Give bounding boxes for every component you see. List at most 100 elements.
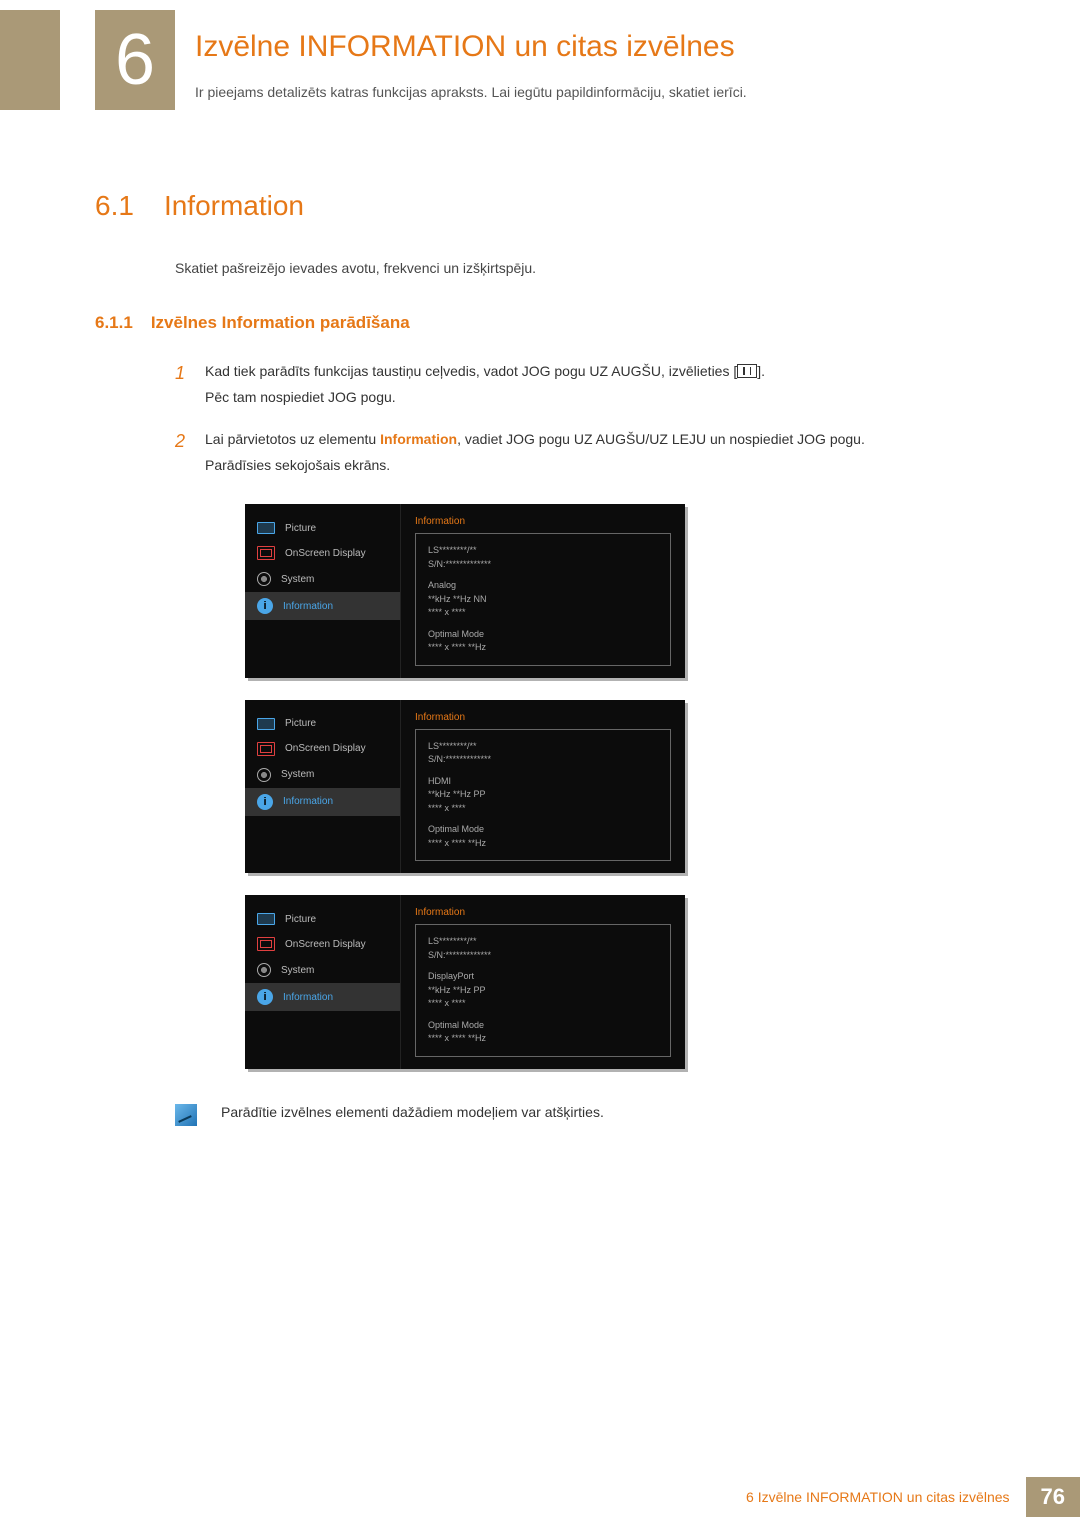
osd-info-box: LS********/**S/N:************* Analog**kH… bbox=[415, 533, 671, 666]
info-sn: S/N:************* bbox=[428, 753, 658, 767]
osd-label: Information bbox=[283, 992, 333, 1003]
info-icon: i bbox=[257, 598, 273, 614]
osd-content-header: Information bbox=[415, 712, 671, 723]
step-1: 1 Kad tiek parādīts funkcijas taustiņu c… bbox=[175, 358, 985, 411]
highlight-text: Information bbox=[380, 431, 457, 447]
osd-panel: Picture OnScreen Display System i Informatio… bbox=[245, 700, 685, 874]
note-text: Parādītie izvēlnes elementi dažādiem mod… bbox=[221, 1104, 604, 1120]
osd-menu-item-onscreen: OnScreen Display bbox=[245, 736, 400, 762]
chapter-description: Ir pieejams detalizēts katras funkcijas … bbox=[195, 82, 1000, 103]
step-text: Kad tiek parādīts funkcijas taustiņu ceļ… bbox=[205, 363, 737, 379]
osd-info-box: LS********/**S/N:************* DisplayPor… bbox=[415, 924, 671, 1057]
osd-panel: Picture OnScreen Display System i Informatio… bbox=[245, 895, 685, 1069]
info-optimal-value: **** x **** **Hz bbox=[428, 641, 658, 655]
info-source: HDMI bbox=[428, 775, 658, 789]
osd-label: OnScreen Display bbox=[285, 939, 366, 950]
onscreen-icon bbox=[257, 546, 275, 560]
osd-label: System bbox=[281, 574, 314, 585]
menu-icon bbox=[737, 364, 757, 378]
osd-menu-item-system: System bbox=[245, 566, 400, 592]
info-icon: i bbox=[257, 989, 273, 1005]
osd-content: Information LS********/**S/N:************… bbox=[400, 700, 685, 874]
osd-menu-item-information: i Information bbox=[245, 788, 400, 816]
osd-label: Picture bbox=[285, 914, 316, 925]
osd-menu-item-system: System bbox=[245, 957, 400, 983]
osd-panel: Picture OnScreen Display System i Informatio… bbox=[245, 504, 685, 678]
osd-menu: Picture OnScreen Display System i Informatio… bbox=[245, 895, 400, 1069]
step-text: Lai pārvietotos uz elementu bbox=[205, 431, 380, 447]
osd-menu-item-picture: Picture bbox=[245, 907, 400, 931]
osd-menu-item-system: System bbox=[245, 762, 400, 788]
osd-label: OnScreen Display bbox=[285, 743, 366, 754]
info-optimal-label: Optimal Mode bbox=[428, 1019, 658, 1033]
gear-icon bbox=[257, 963, 271, 977]
info-sn: S/N:************* bbox=[428, 558, 658, 572]
page-number: 76 bbox=[1026, 1477, 1080, 1517]
osd-label: OnScreen Display bbox=[285, 548, 366, 559]
info-res: **** x **** bbox=[428, 606, 658, 620]
osd-label: System bbox=[281, 965, 314, 976]
osd-menu: Picture OnScreen Display System i Informatio… bbox=[245, 504, 400, 678]
osd-menu-item-onscreen: OnScreen Display bbox=[245, 931, 400, 957]
step-text: , vadiet JOG pogu UZ AUGŠU/UZ LEJU un no… bbox=[457, 431, 865, 447]
step-text: Pēc tam nospiediet JOG pogu. bbox=[205, 384, 985, 411]
chapter-number-badge: 6 bbox=[95, 10, 175, 110]
info-optimal-value: **** x **** **Hz bbox=[428, 1032, 658, 1046]
osd-screenshots: Picture OnScreen Display System i Informatio… bbox=[245, 504, 985, 1069]
osd-content-header: Information bbox=[415, 907, 671, 918]
osd-label: Information bbox=[283, 601, 333, 612]
osd-menu-item-onscreen: OnScreen Display bbox=[245, 540, 400, 566]
picture-icon bbox=[257, 522, 275, 534]
gear-icon bbox=[257, 572, 271, 586]
onscreen-icon bbox=[257, 742, 275, 756]
osd-label: Picture bbox=[285, 718, 316, 729]
footer: 6 Izvēlne INFORMATION un citas izvēlnes … bbox=[730, 1477, 1080, 1517]
info-freq: **kHz **Hz PP bbox=[428, 984, 658, 998]
osd-menu: Picture OnScreen Display System i Informatio… bbox=[245, 700, 400, 874]
info-optimal-label: Optimal Mode bbox=[428, 823, 658, 837]
onscreen-icon bbox=[257, 937, 275, 951]
osd-label: Picture bbox=[285, 523, 316, 534]
info-model: LS********/** bbox=[428, 935, 658, 949]
osd-info-box: LS********/**S/N:************* HDMI**kHz … bbox=[415, 729, 671, 862]
info-optimal-value: **** x **** **Hz bbox=[428, 837, 658, 851]
osd-menu-item-information: i Information bbox=[245, 983, 400, 1011]
subsection-title: Izvēlnes Information parādīšana bbox=[151, 309, 410, 338]
info-res: **** x **** bbox=[428, 997, 658, 1011]
step-text: ]. bbox=[757, 363, 765, 379]
section-number: 6.1 bbox=[95, 190, 134, 222]
osd-label: Information bbox=[283, 796, 333, 807]
info-res: **** x **** bbox=[428, 802, 658, 816]
chapter-title: Izvēlne INFORMATION un citas izvēlnes bbox=[195, 30, 1000, 64]
info-freq: **kHz **Hz NN bbox=[428, 593, 658, 607]
picture-icon bbox=[257, 718, 275, 730]
header-stripe bbox=[0, 10, 60, 110]
info-source: Analog bbox=[428, 579, 658, 593]
picture-icon bbox=[257, 913, 275, 925]
step-number: 2 bbox=[175, 426, 189, 479]
section-intro: Skatiet pašreizējo ievades avotu, frekve… bbox=[175, 257, 985, 281]
info-icon: i bbox=[257, 794, 273, 810]
osd-content-header: Information bbox=[415, 516, 671, 527]
osd-menu-item-picture: Picture bbox=[245, 712, 400, 736]
section-title: Information bbox=[164, 190, 304, 222]
osd-content: Information LS********/**S/N:************… bbox=[400, 895, 685, 1069]
step-2: 2 Lai pārvietotos uz elementu Informatio… bbox=[175, 426, 985, 479]
info-optimal-label: Optimal Mode bbox=[428, 628, 658, 642]
subsection-number: 6.1.1 bbox=[95, 309, 133, 338]
step-text: Parādīsies sekojošais ekrāns. bbox=[205, 452, 985, 479]
osd-menu-item-picture: Picture bbox=[245, 516, 400, 540]
info-model: LS********/** bbox=[428, 740, 658, 754]
osd-menu-item-information: i Information bbox=[245, 592, 400, 620]
info-sn: S/N:************* bbox=[428, 949, 658, 963]
note-icon bbox=[175, 1104, 197, 1126]
info-freq: **kHz **Hz PP bbox=[428, 788, 658, 802]
info-source: DisplayPort bbox=[428, 970, 658, 984]
info-model: LS********/** bbox=[428, 544, 658, 558]
footer-text: 6 Izvēlne INFORMATION un citas izvēlnes bbox=[730, 1477, 1025, 1517]
osd-label: System bbox=[281, 769, 314, 780]
osd-content: Information LS********/**S/N:************… bbox=[400, 504, 685, 678]
gear-icon bbox=[257, 768, 271, 782]
step-number: 1 bbox=[175, 358, 189, 411]
note: Parādītie izvēlnes elementi dažādiem mod… bbox=[175, 1104, 985, 1126]
